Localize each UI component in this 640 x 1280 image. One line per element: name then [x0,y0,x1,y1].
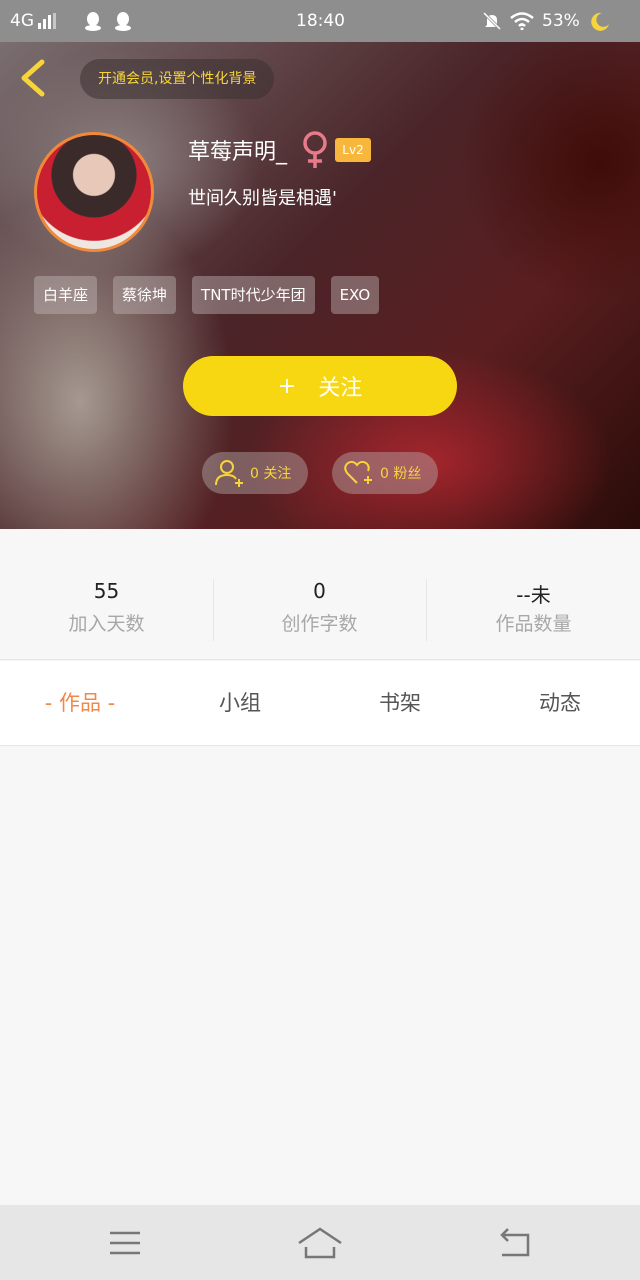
notification-icons [84,11,132,31]
stat-label: 加入天数 [68,613,145,635]
stat-value: 55 [93,579,120,603]
stat-label: 创作字数 [281,613,358,635]
plus-icon: + [277,373,297,399]
profile-tabs: - 作品 - 小组 书架 动态 [0,661,640,746]
user-plus-icon [215,460,243,487]
fans-label: 0 粉丝 [380,466,422,482]
interest-tag[interactable]: EXO [330,276,380,314]
clock: 18:40 [296,11,345,31]
stat-works-count: --未 作品数量 [427,579,640,641]
interest-tags: 白羊座 蔡徐坤 TNT时代少年团 EXO [34,276,380,314]
following-label: 0 关注 [250,466,292,482]
username: 草莓声明_ [188,140,288,165]
vip-background-button[interactable]: 开通会员,设置个性化背景 [80,59,275,99]
battery-text: 53% [542,11,580,31]
qq-icon [115,12,131,31]
profile-hero: 开通会员,设置个性化背景 草莓声明_ Lv2 世间久别皆是相遇' 白羊座 蔡徐坤… [0,42,640,529]
network-indicator: 4G [10,11,56,31]
tab-bookshelf[interactable]: 书架 [320,661,480,746]
follow-button[interactable]: + 关注 [183,356,457,416]
level-badge: Lv2 [335,138,371,162]
system-nav-bar [0,1205,640,1280]
user-bio: 世间久别皆是相遇' [188,188,337,209]
qq-icon [85,12,101,31]
back-icon[interactable] [14,56,54,100]
status-bar: 4G 18:40 53% [0,0,640,42]
female-gender-icon [303,131,327,168]
back-nav-icon[interactable] [496,1223,536,1263]
tab-content-area [0,747,640,1205]
interest-tag[interactable]: 白羊座 [34,276,98,314]
tab-groups[interactable]: 小组 [160,661,320,746]
home-icon[interactable] [297,1223,343,1263]
follow-button-label: 关注 [318,376,363,401]
stat-value: --未 [516,583,551,607]
tab-works[interactable]: - 作品 - [0,661,160,746]
fans-count-button[interactable]: 0 粉丝 [332,452,438,494]
stat-word-count: 0 创作字数 [213,579,426,641]
mute-bell-icon [482,11,502,31]
stat-label: 作品数量 [495,613,572,635]
wifi-icon [510,12,534,30]
system-icons: 53% [482,11,610,31]
menu-icon[interactable] [105,1223,145,1263]
heart-plus-icon [344,460,372,484]
signal-icon [38,13,56,29]
stat-days-joined: 55 加入天数 [0,579,213,641]
profile-stats: 55 加入天数 0 创作字数 --未 作品数量 [0,529,640,660]
moon-icon [591,12,609,31]
tab-activity[interactable]: 动态 [480,661,640,746]
following-count-button[interactable]: 0 关注 [202,452,308,494]
interest-tag[interactable]: TNT时代少年团 [192,276,315,314]
avatar[interactable] [34,132,154,252]
network-type: 4G [10,11,34,31]
interest-tag[interactable]: 蔡徐坤 [113,276,177,314]
stat-value: 0 [313,579,326,603]
